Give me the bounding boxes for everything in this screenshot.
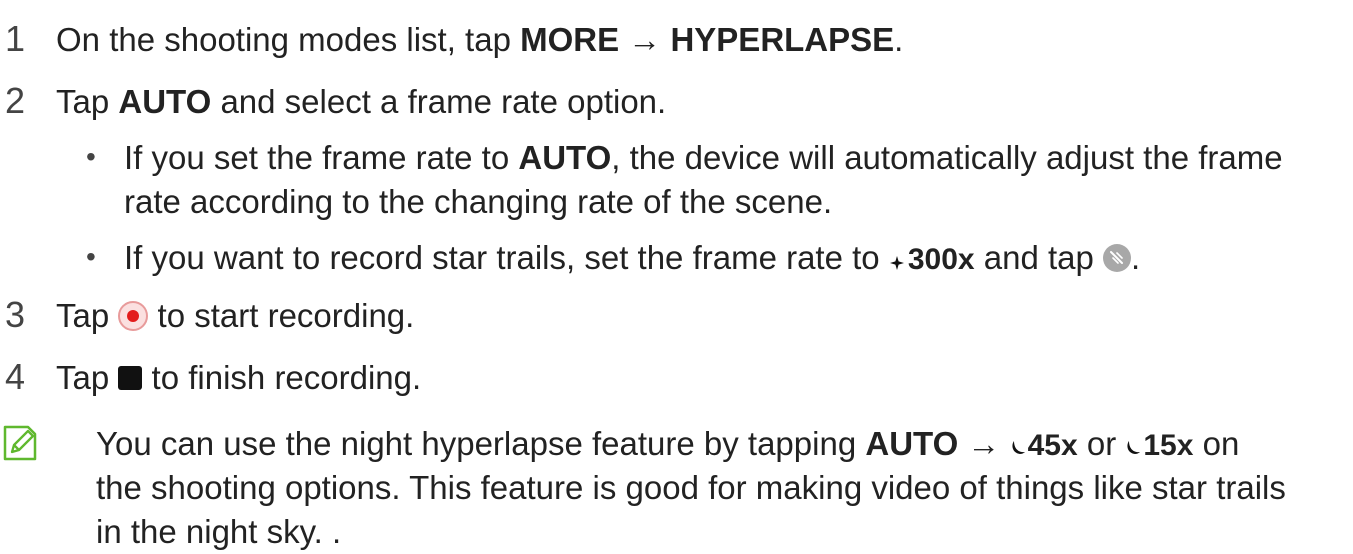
moon-icon [1125, 426, 1141, 466]
step-4-text: Tap to finish recording. [56, 358, 421, 398]
bullet-dot: • [86, 141, 96, 172]
step-number: 4 [5, 356, 26, 397]
stop-icon [118, 366, 143, 391]
step-text: Tap [56, 297, 119, 334]
note-line-1: You can use the night hyperlapse feature… [96, 424, 1239, 466]
bullet-text: If you set the frame rate to [124, 139, 519, 176]
step-number: 3 [5, 294, 26, 335]
arrow: → [958, 425, 1010, 462]
auto-label: AUTO [865, 425, 959, 462]
bullet-text: If you want to record star trails, set t… [124, 239, 889, 276]
step-2-text: Tap AUTO and select a frame rate option. [56, 82, 666, 122]
bullet-1-continuation: rate according to the changing rate of t… [124, 183, 833, 220]
hyperlapse-label: HYPERLAPSE [670, 21, 895, 58]
step-text: to finish recording. [142, 359, 422, 396]
frame-rate-45x-badge: 45x [1027, 429, 1078, 462]
note-text: or [1077, 425, 1126, 462]
note-text: on [1193, 425, 1240, 462]
auto-label: AUTO [118, 83, 212, 120]
moon-icon [1010, 426, 1026, 466]
period: . [1131, 239, 1141, 276]
step-text: Tap [56, 359, 119, 396]
step-text: On the shooting modes list, tap [56, 21, 521, 58]
frame-rate-300x-badge: 300x [907, 243, 975, 276]
step-number: 1 [5, 18, 26, 59]
bullet-text: and tap [974, 239, 1104, 276]
step-3-text: Tap to start recording. [56, 296, 414, 336]
arrow: → [619, 21, 671, 58]
note-text: You can use the night hyperlapse feature… [96, 425, 866, 462]
bullet-1-text: If you set the frame rate to AUTO, the d… [124, 138, 1283, 178]
step-1-text: On the shooting modes list, tap MORE → H… [56, 20, 903, 60]
star-sparkle-icon [889, 240, 905, 280]
period: . [894, 21, 904, 58]
note-pencil-icon [3, 425, 37, 461]
more-label: MORE [520, 21, 620, 58]
step-text: Tap [56, 83, 119, 120]
auto-label: AUTO [518, 139, 612, 176]
frame-rate-15x-badge: 15x [1143, 429, 1194, 462]
step-text: to start recording. [148, 297, 415, 334]
bullet-text: , the device will automatically adjust t… [611, 139, 1283, 176]
bullet-2-text: If you want to record star trails, set t… [124, 238, 1140, 280]
record-icon [118, 301, 149, 332]
note-line-3: in the night sky. . [96, 513, 342, 550]
note-line-2: the shooting options. This feature is go… [96, 469, 1286, 506]
step-number: 2 [5, 80, 26, 121]
bullet-dot: • [86, 241, 96, 272]
star-trail-icon [1103, 244, 1132, 273]
step-text: and select a frame rate option. [211, 83, 667, 120]
